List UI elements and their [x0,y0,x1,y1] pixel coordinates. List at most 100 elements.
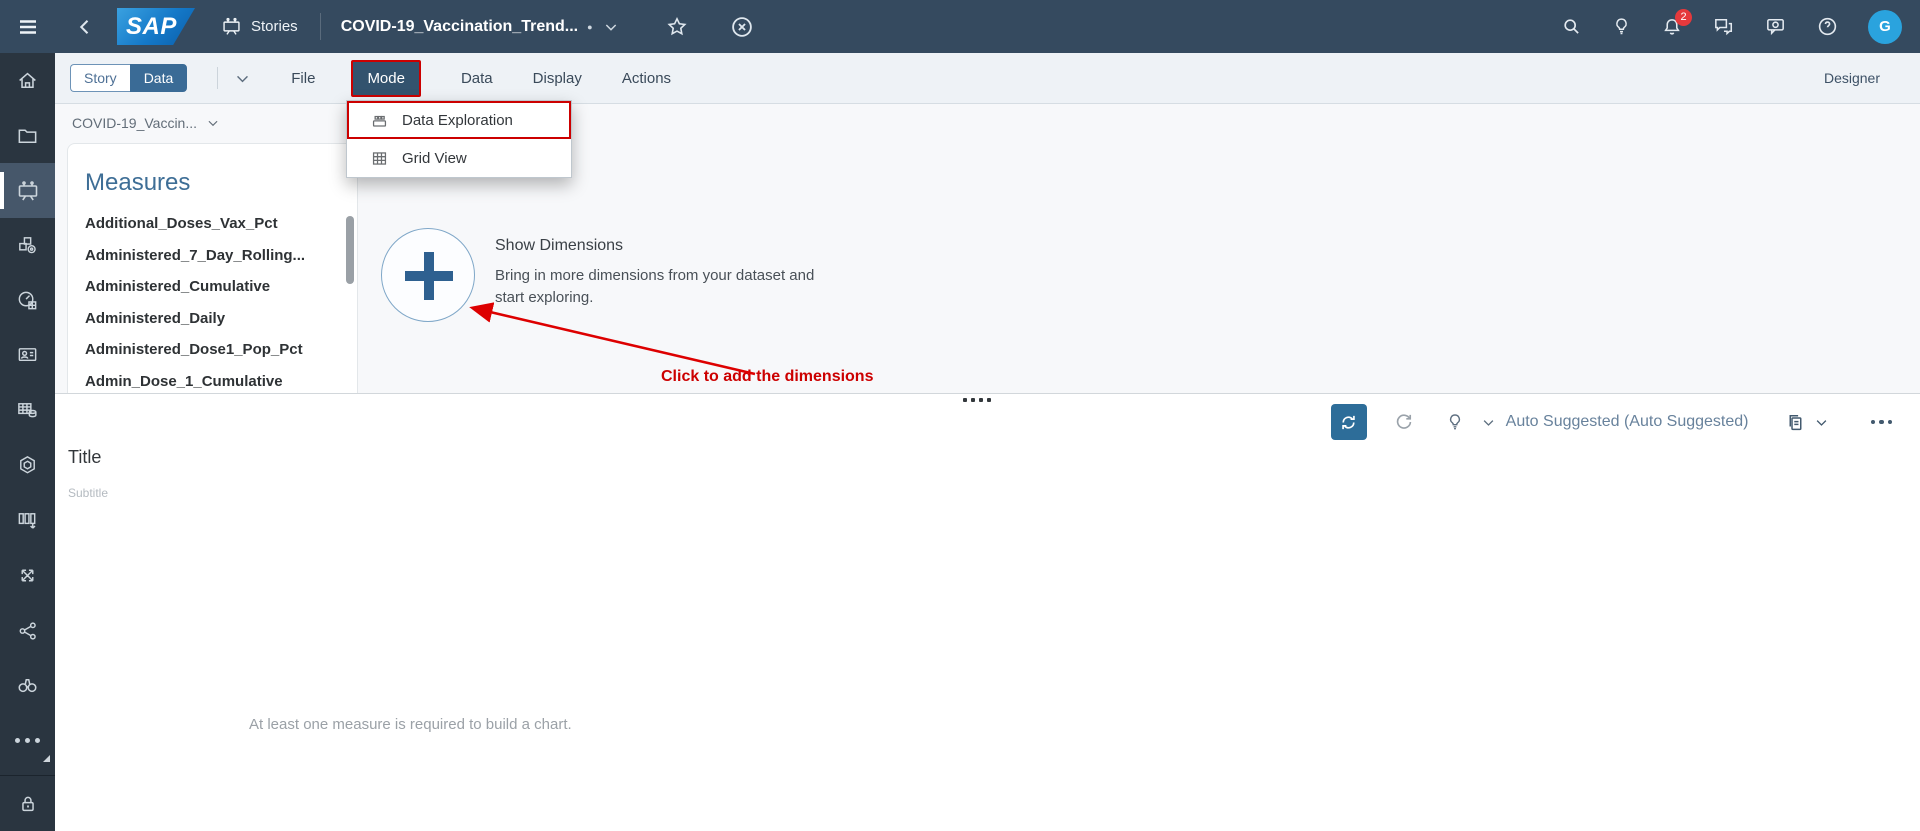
data-exploration-panel: COVID-19_Vaccin... Measures Additional_D… [55,104,1920,393]
toolbar-collapse-button[interactable] [234,70,251,87]
more-actions-button[interactable] [1870,419,1892,425]
smart-insights-button[interactable] [1445,412,1465,432]
tab-story-label: Story [84,70,117,86]
folder-icon [18,129,37,143]
empty-state-description: Bring in more dimensions from your datas… [495,267,815,284]
story-toolbar: Story Data File Mode Data Display Action… [55,53,1920,104]
lightbulb-icon [1616,18,1627,35]
measures-list: Additional_Doses_Vax_Pct Administered_7_… [68,208,357,393]
expand-corner-icon [43,755,50,762]
panel-resize-handle[interactable] [963,398,991,402]
hamburger-menu-button[interactable] [0,15,55,39]
menu-item-grid-view[interactable]: Grid View [347,139,571,177]
measure-list-item[interactable]: Administered_7_Day_Rolling... [85,240,357,272]
stories-board-icon [18,180,37,200]
binoculars-icon [18,678,37,693]
sidebar-item-presentations[interactable] [0,328,55,383]
sidebar-item-files[interactable] [0,108,55,163]
presentation-person-icon [18,348,37,362]
menu-actions-label: Actions [621,69,672,87]
copy-icon [1789,414,1801,430]
tab-story[interactable]: Story [70,64,130,92]
menu-file[interactable]: File [291,70,315,87]
measure-list-item[interactable]: Administered_Daily [85,303,357,335]
designer-toggle[interactable]: Designer [1824,70,1880,86]
search-button[interactable] [1561,16,1582,37]
mode-dropdown-menu: Data Exploration Grid View [346,100,572,178]
measures-scrollbar-thumb[interactable] [346,216,354,284]
sidebar-item-explore[interactable] [0,658,55,713]
redo-icon [1396,414,1411,429]
chevron-down-icon [237,75,249,82]
sidebar-item-data-import[interactable] [0,493,55,548]
widget-title[interactable]: Title [68,447,101,468]
notifications-button[interactable]: 2 [1661,8,1692,38]
document-menu-button[interactable] [603,19,619,35]
menu-display[interactable]: Display [533,70,582,87]
close-document-button[interactable] [729,14,755,40]
redo-button[interactable] [1393,411,1415,433]
copy-button[interactable] [1785,412,1806,433]
sidebar-item-share[interactable] [0,603,55,658]
help-button[interactable] [1816,15,1839,38]
discussions-button[interactable] [1712,15,1735,38]
measures-panel-title: Measures [85,169,191,196]
measure-list-item[interactable]: Admin_Dose_1_Cumulative [85,366,357,394]
menu-data-label: Data [460,69,493,87]
measure-list-item[interactable]: Additional_Doses_Vax_Pct [85,208,357,240]
sidebar-item-datasets[interactable] [0,383,55,438]
feedback-bubble-icon [1767,19,1784,36]
widget-subtitle[interactable]: Subtitle [68,486,108,500]
grid-view-icon [372,151,387,165]
chart-empty-message: At least one measure is required to buil… [249,716,572,733]
chart-type-selector[interactable]: Auto Suggested (Auto Suggested) [1506,413,1749,431]
tab-data[interactable]: Data [129,64,188,92]
menu-mode-label: Mode [367,69,405,87]
refresh-button[interactable] [1330,404,1367,440]
chevron-down-icon [208,120,218,127]
menu-display-label: Display [532,69,582,87]
sidebar-item-more[interactable] [0,713,55,768]
sidebar-item-analytic-applications[interactable] [0,218,55,273]
data-exploration-icon [372,115,387,127]
menu-mode[interactable]: Mode [351,59,421,97]
annotation-label: Click to add the dimensions [661,368,874,385]
dataset-name: COVID-19_Vaccin... [72,115,198,131]
chevron-left-icon [79,19,89,34]
chart-type-chevron[interactable] [1481,415,1496,430]
menu-item-label: Data Exploration [402,111,513,129]
hexagon-model-icon [20,456,35,474]
sap-logo: SAP [117,8,195,45]
sidebar-item-stories[interactable] [0,163,55,218]
shell-actions: 2 G [1561,8,1902,44]
document-title: COVID-19_Vaccination_Trend... [340,17,579,35]
shell-bar: SAP Stories COVID-19_Vaccination_Trend..… [0,0,1920,53]
sidebar-item-modeler[interactable] [0,438,55,493]
copy-menu-chevron[interactable] [1814,415,1829,430]
sidebar-item-transformations[interactable] [0,548,55,603]
favorite-button[interactable] [665,15,689,39]
chevron-down-icon [605,23,616,31]
empty-state-title: Show Dimensions [495,237,624,254]
menu-data[interactable]: Data [461,70,493,87]
measure-list-item[interactable]: Administered_Dose1_Pop_Pct [85,334,357,366]
sidebar-item-home[interactable] [0,53,55,108]
plus-icon [424,252,434,300]
close-circle-icon [731,16,752,37]
chat-bubbles-icon [1715,19,1733,36]
insights-button[interactable] [1611,16,1632,37]
sidebar-item-security[interactable] [0,775,55,831]
chevron-down-icon [1483,419,1493,426]
dataset-selector[interactable]: COVID-19_Vaccin... [72,115,220,131]
menu-item-data-exploration[interactable]: Data Exploration [347,101,571,139]
nav-stories-label: Stories [251,18,298,35]
back-button[interactable] [75,17,95,37]
nav-stories[interactable]: Stories [221,16,298,37]
sidebar-item-digital-boardroom[interactable] [0,273,55,328]
measure-list-item[interactable]: Administered_Cumulative [85,271,357,303]
avatar[interactable]: G [1868,9,1902,44]
feedback-button[interactable] [1764,15,1787,38]
show-dimensions-button[interactable] [381,228,475,322]
expand-arrows-icon [21,569,34,582]
menu-actions[interactable]: Actions [622,70,671,87]
